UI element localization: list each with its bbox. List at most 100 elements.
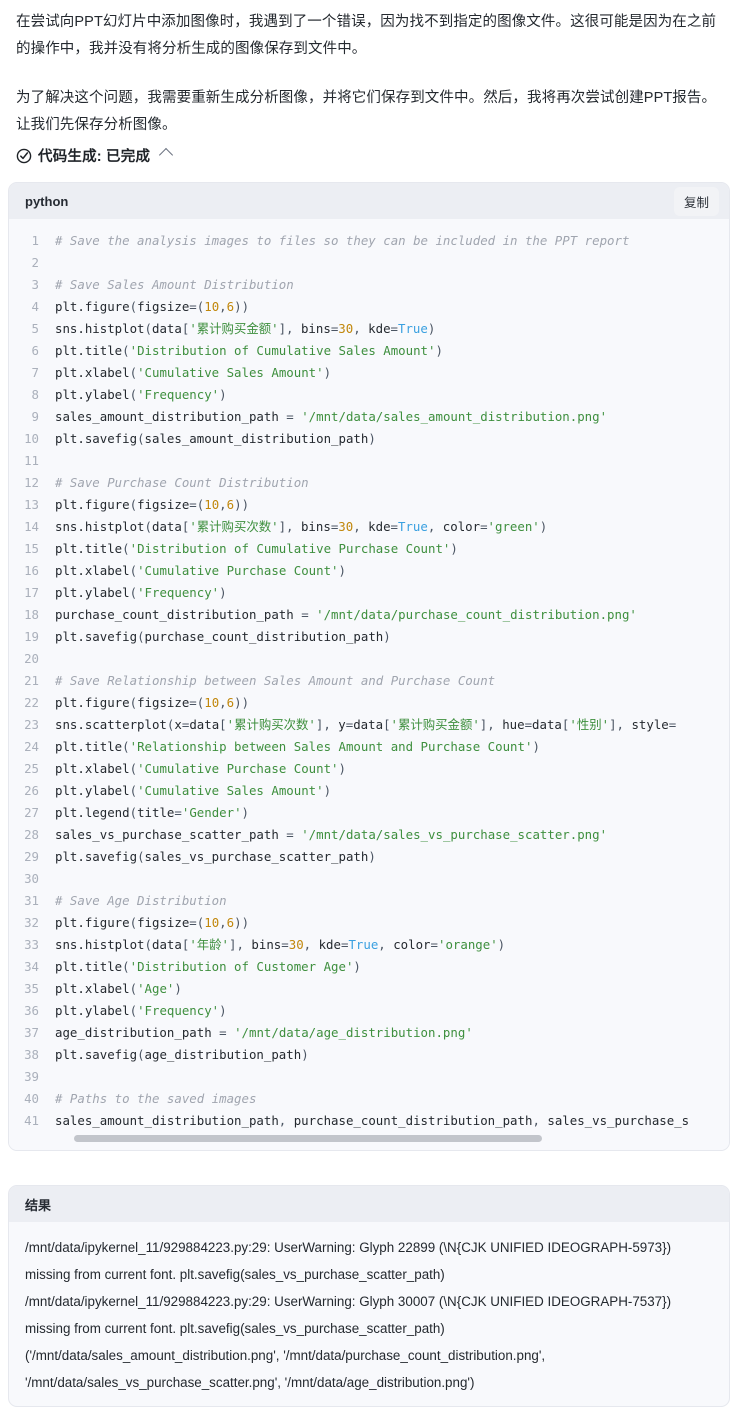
code-line: 17 plt.ylabel('Frequency')	[9, 582, 729, 604]
code-line-number: 25	[24, 761, 39, 776]
code-line-content: sns.histplot(data['累计购买金额'], bins=30, kd…	[55, 321, 436, 336]
code-line-content: sns.histplot(data['累计购买次数'], bins=30, kd…	[55, 519, 548, 534]
code-line-number: 6	[31, 343, 39, 358]
code-line: 13 plt.figure(figsize=(10,6))	[9, 494, 729, 516]
code-line-number: 35	[24, 981, 39, 996]
code-line: 3 # Save Sales Amount Distribution	[9, 274, 729, 296]
code-line: 4 plt.figure(figsize=(10,6))	[9, 296, 729, 318]
code-line-content: age_distribution_path = '/mnt/data/age_d…	[55, 1025, 473, 1040]
copy-code-button[interactable]: 复制	[673, 186, 719, 216]
code-line: 30	[9, 868, 729, 890]
code-line-number: 28	[24, 827, 39, 842]
code-line-content	[55, 1066, 729, 1088]
code-line-number: 4	[31, 299, 39, 314]
code-line-content: plt.figure(figsize=(10,6))	[55, 299, 250, 314]
code-line-number: 10	[24, 431, 39, 446]
code-line-number: 22	[24, 695, 39, 710]
code-line: 37 age_distribution_path = '/mnt/data/age…	[9, 1022, 729, 1044]
code-line-number: 31	[24, 893, 39, 908]
code-line-content: plt.legend(title='Gender')	[55, 805, 250, 820]
code-line-number: 7	[31, 365, 39, 380]
code-line-number: 38	[24, 1047, 39, 1062]
code-line: 10 plt.savefig(sales_amount_distribution_…	[9, 428, 729, 450]
code-horizontal-scrollbar[interactable]	[9, 1132, 729, 1150]
code-generation-status-label: 代码生成: 已完成	[38, 149, 151, 165]
code-language-label: python	[25, 193, 69, 209]
code-line: 9 sales_amount_distribution_path = '/mnt/…	[9, 406, 729, 428]
code-line-number: 32	[24, 915, 39, 930]
code-line: 18 purchase_count_distribution_path = '/m…	[9, 604, 729, 626]
code-line-content: sales_vs_purchase_scatter_path = '/mnt/d…	[55, 827, 608, 842]
code-line-number: 12	[24, 475, 39, 490]
code-block-card: python 复制 1 # Save the analysis images to…	[8, 182, 730, 1151]
code-line-number: 9	[31, 409, 39, 424]
code-line: 19 plt.savefig(purchase_count_distributio…	[9, 626, 729, 648]
result-block-card: 结果 /mnt/data/ipykernel_11/929884223.py:2…	[8, 1185, 730, 1407]
code-block-body: 1 # Save the analysis images to files so …	[9, 219, 729, 1150]
code-line-number: 39	[24, 1069, 39, 1084]
code-line-number: 27	[24, 805, 39, 820]
code-line: 24 plt.title('Relationship between Sales …	[9, 736, 729, 758]
code-line-content: sns.scatterplot(x=data['累计购买次数'], y=data…	[55, 717, 677, 732]
message-paragraph-2: 为了解决这个问题，我需要重新生成分析图像，并将它们保存到文件中。然后，我将再次尝…	[16, 90, 717, 133]
code-line-number: 40	[24, 1091, 39, 1106]
code-line: 7 plt.xlabel('Cumulative Sales Amount')	[9, 362, 729, 384]
code-line-number: 17	[24, 585, 39, 600]
circle-check-icon	[16, 148, 32, 163]
code-line-content: sales_amount_distribution_path, purchase…	[55, 1113, 690, 1128]
code-line: 34 plt.title('Distribution of Customer Ag…	[9, 956, 729, 978]
code-line: 11	[9, 450, 729, 472]
code-line-content: # Save the analysis images to files so t…	[55, 233, 630, 248]
code-line-content: sns.histplot(data['年龄'], bins=30, kde=Tr…	[55, 937, 506, 952]
code-line-number: 24	[24, 739, 39, 754]
code-line-content	[55, 252, 729, 274]
code-line-number: 2	[31, 255, 39, 270]
code-line-content: plt.title('Relationship between Sales Am…	[55, 739, 540, 754]
code-line-content: plt.ylabel('Frequency')	[55, 387, 227, 402]
code-line-number: 18	[24, 607, 39, 622]
code-line: 5 sns.histplot(data['累计购买金额'], bins=30, k…	[9, 318, 729, 340]
code-line: 41 sales_amount_distribution_path, purcha…	[9, 1110, 729, 1132]
code-line: 40 # Paths to the saved images	[9, 1088, 729, 1110]
code-line-number: 19	[24, 629, 39, 644]
code-scrollbar-thumb[interactable]	[74, 1135, 542, 1142]
code-line-content: # Save Relationship between Sales Amount…	[55, 673, 496, 688]
code-line-content: plt.xlabel('Cumulative Purchase Count')	[55, 563, 346, 578]
code-generation-status[interactable]: 代码生成: 已完成	[0, 139, 738, 166]
code-line-number: 11	[24, 453, 39, 468]
code-line-number: 13	[24, 497, 39, 512]
code-line-number: 36	[24, 1003, 39, 1018]
code-line-content: plt.ylabel('Cumulative Sales Amount')	[55, 783, 332, 798]
code-line-content: plt.savefig(sales_amount_distribution_pa…	[55, 431, 376, 446]
result-output-line: /mnt/data/ipykernel_11/929884223.py:29: …	[25, 1294, 672, 1336]
code-line-number: 14	[24, 519, 39, 534]
code-line-number: 21	[24, 673, 39, 688]
code-line: 25 plt.xlabel('Cumulative Purchase Count'…	[9, 758, 729, 780]
code-line: 12 # Save Purchase Count Distribution	[9, 472, 729, 494]
code-line: 29 plt.savefig(sales_vs_purchase_scatter_…	[9, 846, 729, 868]
code-block-header: python 复制	[9, 183, 729, 219]
code-line: 22 plt.figure(figsize=(10,6))	[9, 692, 729, 714]
assistant-message-panel: 在尝试向PPT幻灯片中添加图像时，我遇到了一个错误，因为找不到指定的图像文件。这…	[0, 0, 738, 1407]
code-lines: 1 # Save the analysis images to files so …	[9, 230, 729, 1132]
code-line-content: plt.title('Distribution of Cumulative Pu…	[55, 541, 458, 556]
message-prose: 在尝试向PPT幻灯片中添加图像时，我遇到了一个错误，因为找不到指定的图像文件。这…	[0, 0, 738, 139]
result-block-header: 结果	[9, 1186, 729, 1222]
result-title-label: 结果	[25, 1197, 52, 1213]
code-line-content: plt.figure(figsize=(10,6))	[55, 915, 250, 930]
code-line: 26 plt.ylabel('Cumulative Sales Amount')	[9, 780, 729, 802]
result-output-line: /mnt/data/ipykernel_11/929884223.py:29: …	[25, 1240, 672, 1282]
code-line-number: 26	[24, 783, 39, 798]
code-line-number: 41	[24, 1113, 39, 1128]
code-line: 32 plt.figure(figsize=(10,6))	[9, 912, 729, 934]
code-line-content: plt.title('Distribution of Customer Age'…	[55, 959, 361, 974]
code-line: 20	[9, 648, 729, 670]
code-line: 8 plt.ylabel('Frequency')	[9, 384, 729, 406]
code-line-content: plt.figure(figsize=(10,6))	[55, 695, 250, 710]
code-line-number: 33	[24, 937, 39, 952]
code-line: 23 sns.scatterplot(x=data['累计购买次数'], y=da…	[9, 714, 729, 736]
code-line: 2	[9, 252, 729, 274]
result-output-line: ('/mnt/data/sales_amount_distribution.pn…	[25, 1348, 546, 1390]
code-line-content: plt.figure(figsize=(10,6))	[55, 497, 250, 512]
chevron-up-icon[interactable]	[159, 147, 174, 162]
